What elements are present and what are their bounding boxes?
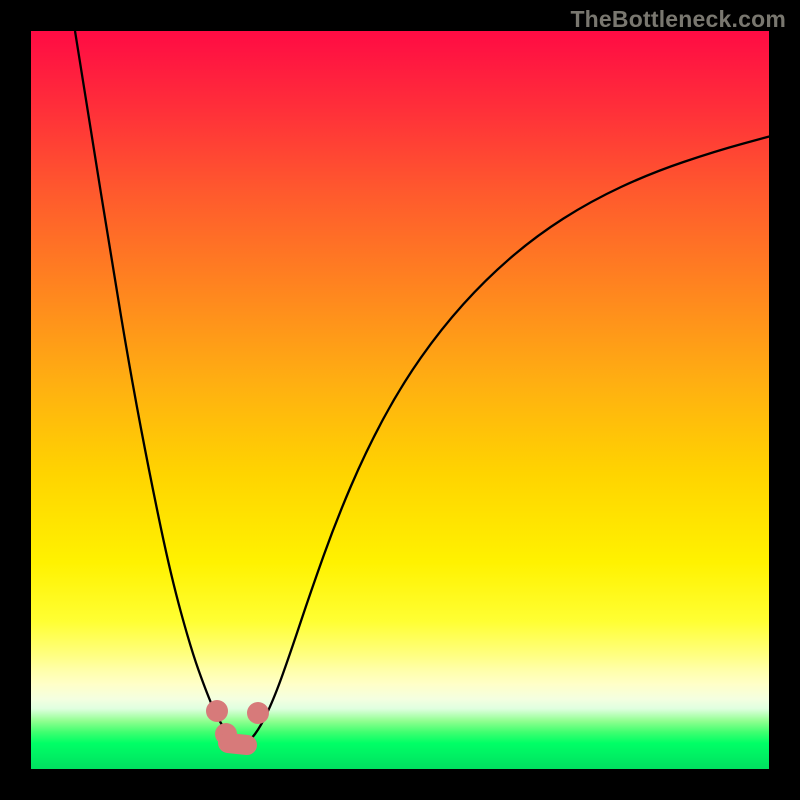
markers-layer [31, 31, 769, 769]
watermark-label: TheBottleneck.com [570, 6, 786, 33]
right-dot [247, 702, 269, 724]
chart-stage: TheBottleneck.com [0, 0, 800, 800]
left-upper-dot [206, 700, 228, 722]
plot-area [31, 31, 769, 769]
bottom-connector [228, 743, 247, 745]
